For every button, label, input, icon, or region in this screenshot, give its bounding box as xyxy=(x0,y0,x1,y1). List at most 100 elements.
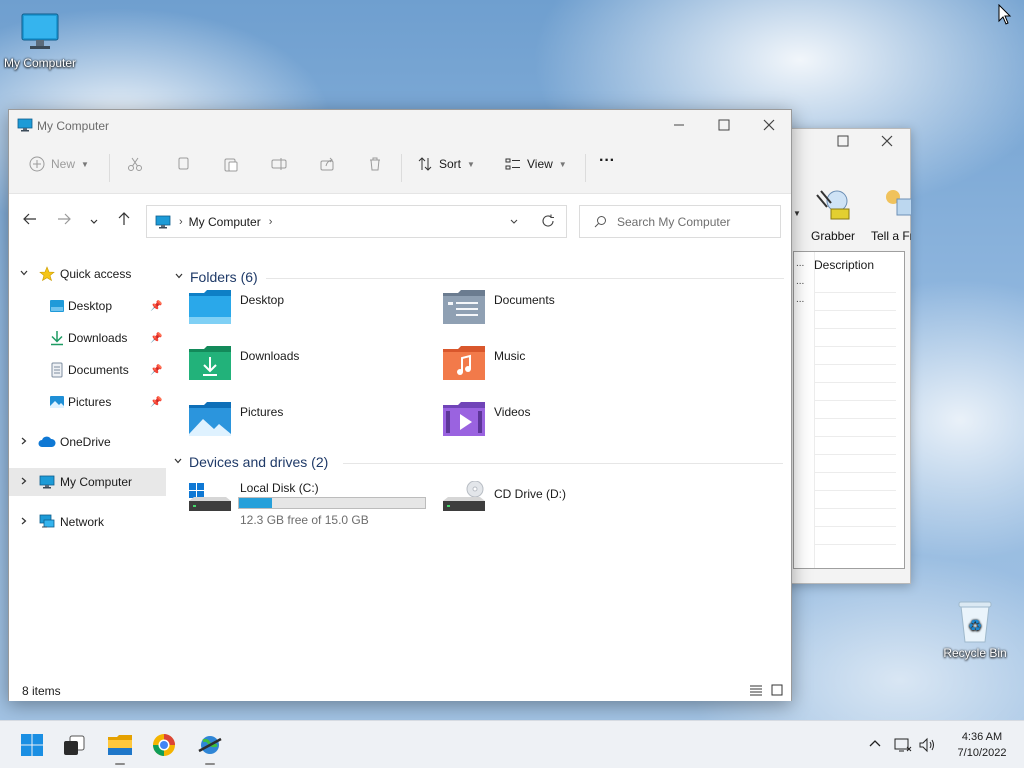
breadcrumb-my-computer[interactable]: My Computer xyxy=(189,215,261,229)
address-bar[interactable]: › My Computer › xyxy=(146,205,567,238)
file-explorer-taskbar-button[interactable] xyxy=(106,731,134,765)
sidebar-item-network[interactable]: Network xyxy=(9,508,166,536)
folder-downloads[interactable]: Downloads xyxy=(188,345,428,391)
chevron-right-icon[interactable] xyxy=(19,436,29,449)
sidebar-item-label: My Computer xyxy=(60,475,133,489)
new-button[interactable]: New ▼ xyxy=(29,156,89,172)
search-icon xyxy=(594,216,606,228)
sidebar-item-quick-access[interactable]: Quick access xyxy=(9,260,166,288)
refresh-button[interactable] xyxy=(541,214,555,231)
sidebar-item-label: Downloads xyxy=(68,331,128,345)
share-button[interactable] xyxy=(319,156,335,172)
chevron-right-icon[interactable] xyxy=(19,476,29,489)
show-hidden-icons-button[interactable] xyxy=(868,737,882,754)
folder-videos[interactable]: Videos xyxy=(442,401,682,447)
desktop-icon-my-computer[interactable]: My Computer xyxy=(0,10,80,70)
dropdown-arrow-icon[interactable]: ▼ xyxy=(793,209,801,218)
pin-icon[interactable]: 📌 xyxy=(150,365,162,376)
speaker-icon xyxy=(919,737,934,753)
grabber-button[interactable]: Grabber xyxy=(811,185,855,243)
drive-local-disk-c[interactable]: Local Disk (C:) 12.3 GB free of 15.0 GB xyxy=(188,481,438,531)
tiles-view-button[interactable] xyxy=(771,684,783,699)
chevron-right-icon[interactable] xyxy=(19,516,29,529)
pin-icon[interactable]: 📌 xyxy=(150,301,162,312)
drive-cd-d[interactable]: CD Drive (D:) xyxy=(442,480,642,531)
drives-group-header[interactable]: Devices and drives (2) xyxy=(173,454,328,470)
paste-button[interactable] xyxy=(223,156,239,172)
recent-locations-button[interactable] xyxy=(89,214,99,230)
cut-button[interactable] xyxy=(127,156,143,172)
monitor-icon xyxy=(39,475,55,492)
document-icon xyxy=(49,362,65,381)
details-view-button[interactable] xyxy=(749,684,763,699)
folder-pictures[interactable]: Pictures xyxy=(188,401,428,447)
grabber-label: Grabber xyxy=(811,229,856,243)
search-input[interactable] xyxy=(617,214,777,229)
drive-usage-bar xyxy=(238,497,426,509)
desktop-icon-recycle-bin[interactable]: ♻ Recycle Bin xyxy=(935,598,1015,660)
pin-icon[interactable]: 📌 xyxy=(150,397,162,408)
more-options-button[interactable]: ··· xyxy=(599,152,615,170)
taskbar-clock[interactable]: 4:36 AM 7/10/2022 xyxy=(944,729,1020,761)
chevron-down-icon[interactable] xyxy=(173,456,183,469)
task-view-button[interactable] xyxy=(60,731,88,759)
rename-button[interactable] xyxy=(271,156,287,172)
folder-desktop[interactable]: Desktop xyxy=(188,289,428,335)
folder-label: Music xyxy=(494,349,526,363)
tell-a-friend-button[interactable]: Tell a Fri xyxy=(871,185,911,243)
description-column-header[interactable]: Description xyxy=(814,258,874,272)
network-status-button[interactable] xyxy=(894,737,912,756)
minimize-button[interactable] xyxy=(659,114,699,136)
pin-icon[interactable]: 📌 xyxy=(150,333,162,344)
view-button[interactable]: View ▼ xyxy=(505,156,567,172)
drive-label: Local Disk (C:) xyxy=(240,481,319,495)
sidebar-item-label: Quick access xyxy=(60,267,132,281)
chevron-up-icon xyxy=(869,740,881,747)
sidebar-item-label: Network xyxy=(60,515,105,529)
sidebar-item-onedrive[interactable]: OneDrive xyxy=(9,428,166,456)
search-box[interactable] xyxy=(579,205,781,238)
network-app-taskbar-button[interactable] xyxy=(196,731,224,765)
download-arrow-icon xyxy=(49,330,65,349)
start-button[interactable] xyxy=(18,731,46,759)
sidebar-item-documents[interactable]: Documents 📌 xyxy=(9,356,166,384)
monitor-icon xyxy=(18,10,62,54)
maximize-button[interactable] xyxy=(704,114,744,136)
sidebar-item-downloads[interactable]: Downloads 📌 xyxy=(9,324,166,352)
folder-documents[interactable]: Documents xyxy=(442,289,682,335)
forward-button[interactable] xyxy=(57,212,71,229)
sort-button[interactable]: Sort ▼ xyxy=(417,156,475,172)
folder-label: Downloads xyxy=(240,349,300,363)
chevron-down-icon[interactable] xyxy=(19,268,29,281)
view-icon xyxy=(505,158,520,170)
chevron-down-icon: ▼ xyxy=(81,159,89,169)
new-label: New xyxy=(51,157,76,171)
breadcrumb-chevron-icon[interactable]: › xyxy=(179,216,183,228)
browser-taskbar-button[interactable] xyxy=(150,731,178,759)
background-list-view[interactable]: ... ... ... Description xyxy=(793,251,905,569)
tiles-view-icon xyxy=(771,684,783,696)
minimize-icon xyxy=(674,124,684,126)
sidebar-item-desktop[interactable]: Desktop 📌 xyxy=(9,292,166,320)
delete-button[interactable] xyxy=(367,156,383,172)
breadcrumb-chevron-icon[interactable]: › xyxy=(269,216,273,228)
network-status-icon xyxy=(894,738,912,752)
sidebar-item-pictures[interactable]: Pictures 📌 xyxy=(9,388,166,416)
copy-button[interactable] xyxy=(175,156,191,172)
hard-drive-icon xyxy=(188,481,232,520)
tell-a-friend-label: Tell a Fri xyxy=(871,229,911,243)
monitor-icon xyxy=(17,118,33,135)
paste-icon xyxy=(224,158,238,172)
sidebar-item-my-computer[interactable]: My Computer xyxy=(9,468,166,496)
close-button[interactable] xyxy=(749,114,789,136)
close-icon[interactable] xyxy=(881,135,893,150)
maximize-icon[interactable] xyxy=(837,135,849,150)
copy-icon xyxy=(178,157,189,170)
folder-music[interactable]: Music xyxy=(442,345,682,391)
desktop-icon xyxy=(49,299,65,316)
back-button[interactable] xyxy=(23,212,37,229)
address-dropdown-button[interactable] xyxy=(509,216,519,230)
up-button[interactable] xyxy=(117,212,131,229)
volume-button[interactable] xyxy=(918,737,936,756)
title-bar[interactable]: My Computer xyxy=(9,110,791,140)
